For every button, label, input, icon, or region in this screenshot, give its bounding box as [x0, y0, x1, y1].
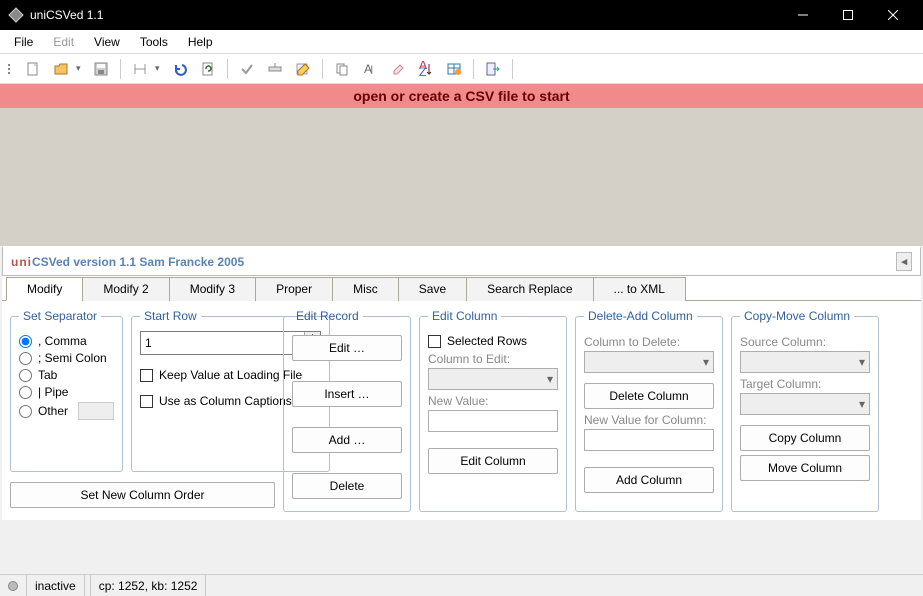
- edit-column-legend: Edit Column: [428, 309, 501, 323]
- insert-record-button[interactable]: Insert …: [292, 381, 402, 407]
- copy-icon[interactable]: [329, 56, 355, 82]
- start-row-legend: Start Row: [140, 309, 201, 323]
- copy-move-column-legend: Copy-Move Column: [740, 309, 854, 323]
- status-bar: inactive cp: 1252, kb: 1252: [0, 574, 923, 596]
- title-bar: uniCSVed 1.1: [0, 0, 923, 30]
- app-version-strip: uni CSVed version 1.1 Sam Francke 2005 ◂: [2, 246, 921, 276]
- edit-record-legend: Edit Record: [292, 309, 363, 323]
- target-column-label: Target Column:: [740, 377, 870, 391]
- menu-help[interactable]: Help: [178, 33, 223, 51]
- copy-move-column-group: Copy-Move Column Source Column: ▾ Target…: [731, 309, 879, 512]
- check-icon[interactable]: [234, 56, 260, 82]
- edit-record-button[interactable]: Edit …: [292, 335, 402, 361]
- modify-panel: Set Separator , Comma ; Semi Colon Tab |…: [2, 301, 921, 520]
- delete-record-button[interactable]: Delete: [292, 473, 402, 499]
- menu-tools[interactable]: Tools: [130, 33, 178, 51]
- edit-column-button[interactable]: Edit Column: [428, 448, 558, 474]
- minimize-button[interactable]: [780, 0, 825, 30]
- start-banner: open or create a CSV file to start: [0, 84, 923, 108]
- column-to-delete-select[interactable]: ▾: [584, 351, 714, 373]
- sep-semicolon-radio[interactable]: ; Semi Colon: [19, 351, 114, 365]
- set-separator-group: Set Separator , Comma ; Semi Colon Tab |…: [10, 309, 123, 472]
- sep-other-input[interactable]: [78, 402, 114, 420]
- save-file-icon[interactable]: [88, 56, 114, 82]
- tab-proper[interactable]: Proper: [255, 277, 333, 301]
- keep-value-label: Keep Value at Loading File: [159, 368, 302, 382]
- open-file-icon[interactable]: [48, 56, 74, 82]
- menu-bar: File Edit View Tools Help: [0, 30, 923, 54]
- logo-uni: uni: [11, 255, 32, 269]
- delete-add-column-group: Delete-Add Column Column to Delete: ▾ De…: [575, 309, 723, 512]
- set-column-order-button[interactable]: Set New Column Order: [10, 482, 275, 508]
- toolbar: ▾ ▾ AI AZ: [0, 54, 923, 84]
- add-record-button[interactable]: Add …: [292, 427, 402, 453]
- sep-pipe-radio[interactable]: | Pipe: [19, 385, 114, 399]
- new-file-icon[interactable]: [20, 56, 46, 82]
- target-column-select[interactable]: ▾: [740, 393, 870, 415]
- move-column-button[interactable]: Move Column: [740, 455, 870, 481]
- source-column-label: Source Column:: [740, 335, 870, 349]
- column-to-edit-select[interactable]: ▾: [428, 368, 558, 390]
- sep-comma-radio[interactable]: , Comma: [19, 334, 114, 348]
- insert-row-icon[interactable]: [262, 56, 288, 82]
- app-icon: [8, 7, 24, 23]
- column-to-edit-label: Column to Edit:: [428, 352, 558, 366]
- window-title: uniCSVed 1.1: [30, 8, 780, 22]
- exit-icon[interactable]: [480, 56, 506, 82]
- menu-file[interactable]: File: [4, 33, 43, 51]
- svg-text:I: I: [370, 63, 373, 77]
- edit-record-group: Edit Record Edit … Insert … Add … Delete: [283, 309, 411, 512]
- edit-icon[interactable]: [290, 56, 316, 82]
- sep-other-radio[interactable]: Other: [19, 402, 114, 420]
- open-dropdown-icon[interactable]: ▾: [76, 63, 86, 74]
- start-row-input[interactable]: [141, 332, 304, 354]
- maximize-button[interactable]: [825, 0, 870, 30]
- close-button[interactable]: [870, 0, 915, 30]
- refresh-icon[interactable]: [195, 56, 221, 82]
- menu-view[interactable]: View: [84, 33, 130, 51]
- erase-icon[interactable]: [385, 56, 411, 82]
- tab-search-replace[interactable]: Search Replace: [466, 277, 593, 301]
- status-dot-icon: [8, 581, 18, 591]
- new-value-column-label: New Value for Column:: [584, 413, 714, 427]
- strip-scroll-left-icon[interactable]: ◂: [896, 252, 912, 271]
- column-to-delete-label: Column to Delete:: [584, 335, 714, 349]
- toolbar-grip: [8, 58, 14, 80]
- column-dropdown-icon[interactable]: ▾: [155, 63, 165, 74]
- use-captions-checkbox[interactable]: [140, 395, 153, 408]
- source-column-select[interactable]: ▾: [740, 351, 870, 373]
- status-codepage: cp: 1252, kb: 1252: [91, 575, 207, 596]
- new-value-input[interactable]: [428, 410, 558, 432]
- copy-column-button[interactable]: Copy Column: [740, 425, 870, 451]
- edit-column-group: Edit Column Selected Rows Column to Edit…: [419, 309, 567, 512]
- menu-edit[interactable]: Edit: [43, 33, 84, 51]
- new-value-label: New Value:: [428, 394, 558, 408]
- delete-column-button[interactable]: Delete Column: [584, 383, 714, 409]
- selected-rows-checkbox[interactable]: [428, 335, 441, 348]
- font-icon[interactable]: AI: [357, 56, 383, 82]
- tab-to-xml[interactable]: ... to XML: [593, 277, 686, 301]
- add-column-button[interactable]: Add Column: [584, 467, 714, 493]
- status-inactive: inactive: [27, 575, 85, 596]
- tab-modify3[interactable]: Modify 3: [169, 277, 256, 301]
- tab-modify2[interactable]: Modify 2: [82, 277, 169, 301]
- undo-icon[interactable]: [167, 56, 193, 82]
- svg-text:Z: Z: [419, 65, 426, 77]
- column-width-icon[interactable]: [127, 56, 153, 82]
- selected-rows-label: Selected Rows: [447, 334, 527, 348]
- tab-misc[interactable]: Misc: [332, 277, 399, 301]
- set-separator-legend: Set Separator: [19, 309, 101, 323]
- tab-strip: Modify Modify 2 Modify 3 Proper Misc Sav…: [2, 276, 921, 301]
- sort-icon[interactable]: AZ: [413, 56, 439, 82]
- tab-modify[interactable]: Modify: [6, 277, 83, 301]
- tab-save[interactable]: Save: [398, 277, 467, 301]
- delete-add-column-legend: Delete-Add Column: [584, 309, 697, 323]
- logo-rest: CSVed version 1.1 Sam Francke 2005: [32, 255, 244, 269]
- keep-value-checkbox[interactable]: [140, 369, 153, 382]
- new-value-column-input[interactable]: [584, 429, 714, 451]
- workspace-area: [0, 108, 923, 246]
- table-icon[interactable]: [441, 56, 467, 82]
- use-captions-label: Use as Column Captions: [159, 394, 292, 408]
- sep-tab-radio[interactable]: Tab: [19, 368, 114, 382]
